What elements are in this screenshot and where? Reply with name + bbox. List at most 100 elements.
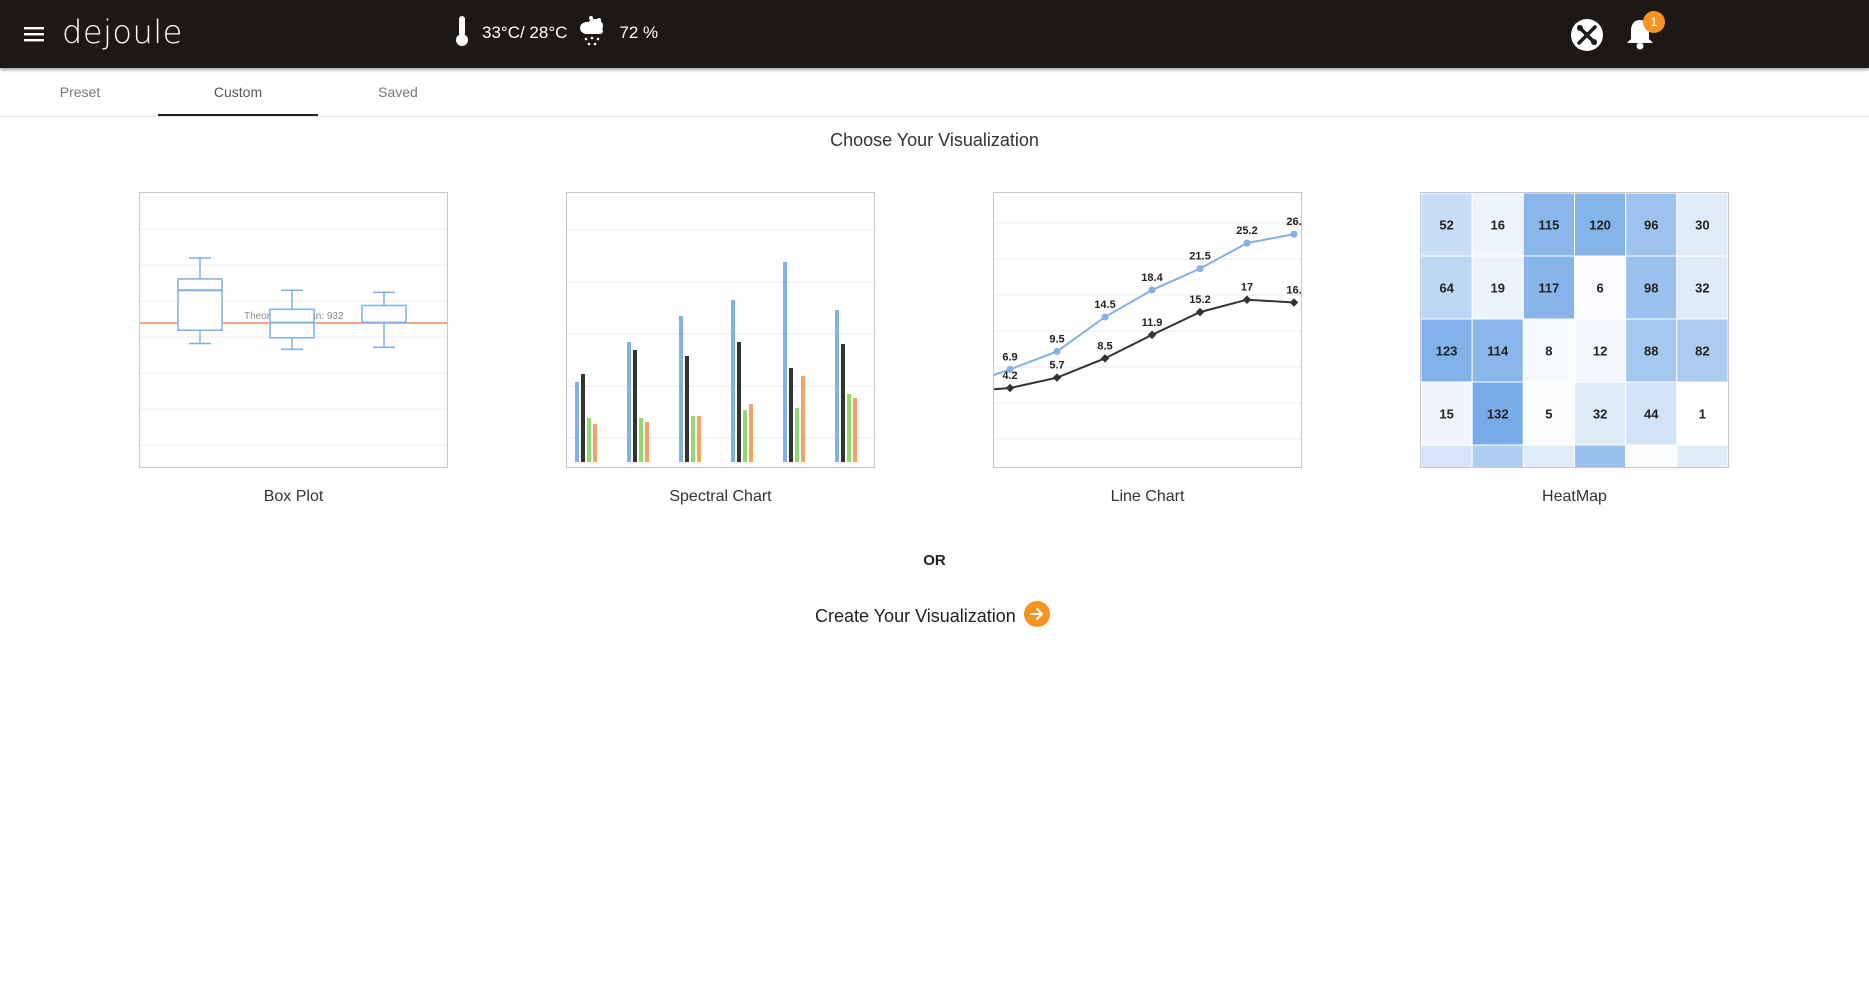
create-visualization-label: Create Your Visualization bbox=[815, 605, 1016, 626]
heatmap-value: 132 bbox=[1487, 407, 1509, 422]
data-label: 15.2 bbox=[1189, 294, 1210, 306]
data-point bbox=[1147, 330, 1157, 340]
heatmap-value: 8 bbox=[1545, 344, 1552, 359]
box-plot-chart: Theoretical mean: 932 bbox=[140, 228, 447, 446]
line-chart-card[interactable]: 6.9 9.5 14.5 18.4 21.5 25.2 26. 4.2 5.7 8.5 11.9 15… bbox=[993, 192, 1302, 506]
tab-preset[interactable]: Preset bbox=[0, 68, 160, 116]
bar bbox=[783, 262, 787, 462]
bar bbox=[749, 404, 753, 462]
box-plot-thumbnail: Theoretical mean: 932 bbox=[139, 192, 448, 468]
heatmap-value: 6 bbox=[1596, 281, 1603, 296]
bar bbox=[679, 316, 683, 462]
heatmap-value: 64 bbox=[1439, 281, 1454, 296]
bar bbox=[593, 424, 597, 462]
heatmap-value: 30 bbox=[1695, 218, 1709, 233]
or-divider-text: OR bbox=[923, 552, 946, 569]
data-point bbox=[1290, 230, 1298, 238]
heatmap-thumbnail: 52 16 115 120 96 30 64 19 117 6 98 32 123 114 8 12 88 82 1… bbox=[1420, 192, 1729, 468]
bar bbox=[795, 408, 799, 462]
bar bbox=[853, 398, 857, 462]
data-label: 26. bbox=[1286, 216, 1301, 228]
weather-widget: 33°C/ 28°C 72 % bbox=[452, 13, 658, 53]
data-point bbox=[1101, 313, 1109, 321]
data-label: 4.2 bbox=[1002, 370, 1017, 382]
bar bbox=[685, 356, 689, 462]
heatmap-value: 88 bbox=[1644, 344, 1658, 359]
tab-saved[interactable]: Saved bbox=[318, 68, 478, 116]
box bbox=[177, 278, 223, 331]
line-chart-thumbnail: 6.9 9.5 14.5 18.4 21.5 25.2 26. 4.2 5.7 8.5 11.9 15… bbox=[993, 192, 1302, 468]
top-bar: dejoule 33°C/ 28°C 72 % 1 bbox=[0, 0, 1869, 68]
humidity-text: 72 % bbox=[619, 23, 659, 42]
bar bbox=[697, 416, 701, 462]
data-point bbox=[1289, 298, 1299, 307]
spectral-chart-card[interactable]: Spectral Chart bbox=[566, 192, 875, 506]
data-point bbox=[1052, 373, 1062, 382]
series-line bbox=[994, 233, 1295, 376]
bar bbox=[737, 342, 741, 462]
spectral-chart bbox=[567, 229, 874, 462]
data-point bbox=[1195, 307, 1205, 317]
heatmap-value: 32 bbox=[1593, 407, 1607, 422]
arrow-right-icon bbox=[1023, 600, 1050, 632]
thermometer-icon bbox=[452, 14, 472, 53]
card-label: Line Chart bbox=[1110, 488, 1185, 505]
heatmap-value: 123 bbox=[1436, 344, 1458, 359]
box-plot-card[interactable]: Theoretical mean: 932 Box Plot bbox=[139, 192, 448, 506]
spectral-chart-thumbnail bbox=[566, 192, 875, 468]
card-label: HeatMap bbox=[1542, 488, 1607, 505]
bar bbox=[743, 410, 747, 462]
tab-bar: Preset Custom Saved bbox=[0, 68, 1869, 117]
heatmap-value: 52 bbox=[1439, 218, 1453, 233]
data-point bbox=[1196, 265, 1204, 273]
create-visualization-button[interactable]: Create Your Visualization bbox=[815, 600, 1050, 632]
temperature-text: 33°C/ 28°C bbox=[482, 23, 568, 42]
bar bbox=[639, 418, 643, 462]
heatmap-cell bbox=[1625, 444, 1678, 467]
notification-count-badge: 1 bbox=[1643, 11, 1665, 33]
data-point bbox=[1053, 347, 1061, 355]
bar bbox=[835, 310, 839, 462]
data-label: 16. bbox=[1286, 284, 1301, 296]
heatmap-value: 12 bbox=[1593, 344, 1607, 359]
data-label: 8.5 bbox=[1097, 340, 1112, 352]
data-point bbox=[1242, 295, 1252, 304]
data-label: 25.2 bbox=[1236, 225, 1257, 237]
heatmap-cell bbox=[1421, 444, 1473, 467]
data-point bbox=[1005, 383, 1015, 393]
series-line bbox=[994, 298, 1295, 391]
bar bbox=[801, 376, 805, 462]
dejoule-logo[interactable]: dejoule bbox=[62, 12, 183, 52]
hamburger-menu-icon[interactable] bbox=[20, 21, 48, 47]
data-label: 11.9 bbox=[1142, 317, 1163, 329]
data-label: 17 bbox=[1241, 282, 1253, 294]
bar bbox=[645, 422, 649, 462]
data-label: 18.4 bbox=[1141, 272, 1163, 284]
bar bbox=[627, 342, 631, 462]
heatmap-value: 15 bbox=[1439, 407, 1453, 422]
bar bbox=[575, 382, 579, 462]
heatmap-value: 82 bbox=[1695, 344, 1709, 359]
bar bbox=[691, 416, 695, 462]
bar bbox=[581, 374, 585, 462]
data-label: 21.5 bbox=[1189, 251, 1210, 263]
heatmap-value: 117 bbox=[1538, 281, 1559, 296]
heatmap-cell bbox=[1522, 444, 1576, 467]
heatmap-value: 16 bbox=[1491, 218, 1505, 233]
line-chart: 6.9 9.5 14.5 18.4 21.5 25.2 26. 4.2 5.7 8.5 11.9 15… bbox=[994, 216, 1301, 440]
heatmap-cell bbox=[1574, 444, 1627, 467]
bar bbox=[841, 344, 845, 462]
heatmap-value: 96 bbox=[1644, 218, 1658, 233]
data-label: 6.9 bbox=[1002, 351, 1017, 363]
data-label: 9.5 bbox=[1049, 333, 1064, 345]
tools-icon[interactable] bbox=[1570, 18, 1604, 52]
heatmap-card[interactable]: 52 16 115 120 96 30 64 19 117 6 98 32 123 114 8 12 88 82 1… bbox=[1420, 192, 1729, 506]
tab-custom[interactable]: Custom bbox=[158, 68, 318, 116]
heatmap-value: 1 bbox=[1699, 407, 1706, 422]
data-label: 14.5 bbox=[1094, 299, 1115, 311]
data-point bbox=[1100, 354, 1110, 363]
heatmap-value: 120 bbox=[1589, 218, 1611, 233]
heatmap-value: 98 bbox=[1644, 281, 1658, 296]
heatmap-chart: 52 16 115 120 96 3064 19 117 6 98 32123 114 8 12 88 821… bbox=[1421, 193, 1728, 467]
page-heading: Choose Your Visualization bbox=[830, 130, 1039, 150]
